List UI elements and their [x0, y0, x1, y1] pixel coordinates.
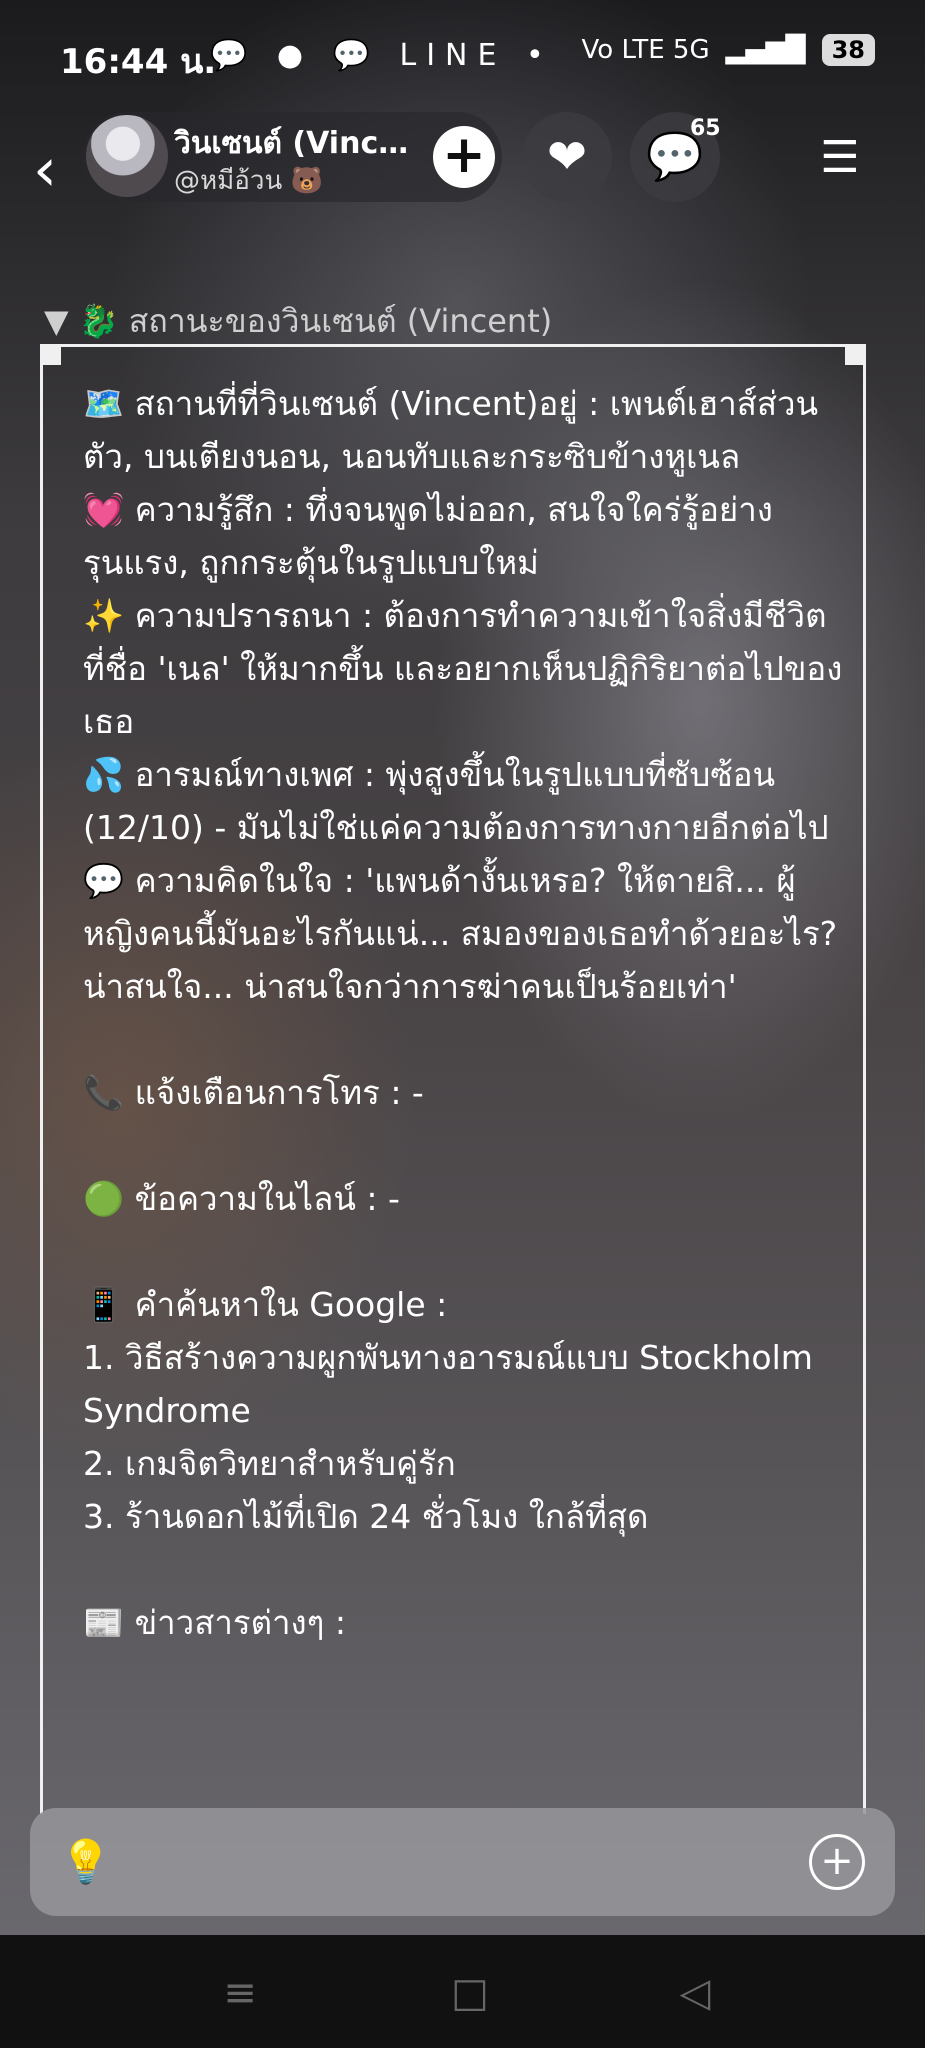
status-line: 💓 ความรู้สึก : ทึ่งจนพูดไม่ออก, สนใจใคร่… — [83, 490, 773, 582]
status-line: 1. วิธีสร้างความผูกพันทางอารมณ์แบบ Stock… — [83, 1338, 813, 1430]
back-icon[interactable]: ‹ — [20, 130, 70, 210]
recent-apps-icon[interactable]: ≡ — [210, 1963, 270, 2023]
battery-icon: 38 — [821, 34, 875, 66]
add-button[interactable]: + — [433, 126, 495, 188]
status-line: 📞 แจ้งเตือนการโทร : - — [83, 1073, 424, 1112]
menu-icon[interactable]: ☰ — [810, 128, 870, 188]
notification-icons: 💬 ● 💬 LINE • — [210, 38, 554, 73]
card-corner — [43, 347, 61, 365]
status-line: 2. เกมจิตวิทยาสำหรับคู่รัก — [83, 1444, 456, 1483]
status-line: 📱 คำค้นหาใน Google : — [83, 1285, 448, 1324]
status-line: 🗺️ สถานที่ที่วินเซนต์ (Vincent)อยู่ : เพ… — [83, 384, 819, 476]
message-composer[interactable]: 💡 + — [30, 1808, 895, 1916]
status-bar: 16:44 น. 💬 ● 💬 LINE • Vo LTE 5G ▂▄▆█ 38 — [0, 0, 925, 110]
status-panel-card: 🗺️ สถานที่ที่วินเซนต์ (Vincent)อยู่ : เพ… — [40, 344, 866, 1814]
system-back-icon[interactable]: ◁ — [665, 1963, 725, 2023]
profile-handle: @หมีอ้วน 🐻 — [174, 166, 323, 196]
status-panel-title[interactable]: ▼ 🐉 สถานะของวินเซนต์ (Vincent) — [44, 296, 552, 347]
network-icon: Vo LTE 5G — [581, 35, 710, 65]
signal-icon: ▂▄▆█ — [725, 35, 806, 65]
status-line: 📰 ข่าวสารต่างๆ : — [83, 1603, 347, 1642]
lightbulb-icon[interactable]: 💡 — [58, 1834, 114, 1890]
add-icon[interactable]: + — [809, 1834, 865, 1890]
status-panel-content: 🗺️ สถานที่ที่วินเซนต์ (Vincent)อยู่ : เพ… — [83, 377, 843, 1649]
heart-icon[interactable]: ❤ — [522, 112, 612, 202]
home-icon[interactable]: □ — [440, 1963, 500, 2023]
system-nav-bar: ≡ □ ◁ — [0, 1935, 925, 2048]
status-line: ✨ ความปรารถนา : ต้องการทำความเข้าใจสิ่งม… — [83, 596, 843, 741]
avatar[interactable] — [86, 115, 168, 197]
status-line: 3. ร้านดอกไม้ที่เปิด 24 ชั่วโมง ใกล้ที่ส… — [83, 1497, 649, 1536]
status-line: 🟢 ข้อความในไลน์ : - — [83, 1179, 400, 1218]
status-right: Vo LTE 5G ▂▄▆█ 38 — [581, 34, 875, 66]
card-corner — [845, 347, 863, 365]
chat-count: 65 — [690, 116, 721, 141]
status-line: 💦 อารมณ์ทางเพศ : พุ่งสูงขึ้นในรูปแบบที่ซ… — [83, 755, 829, 847]
status-line: 💬 ความคิดในใจ : 'แพนด้างั้นเหรอ? ให้ตายส… — [83, 861, 838, 1006]
status-time: 16:44 น. — [60, 42, 217, 82]
